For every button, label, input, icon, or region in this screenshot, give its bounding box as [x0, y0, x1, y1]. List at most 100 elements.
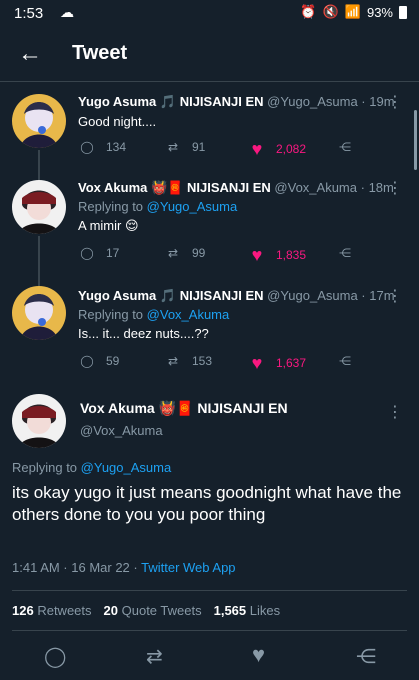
reply-button[interactable]: ◯ 134: [78, 140, 126, 154]
more-vertical-icon[interactable]: ⋮: [387, 402, 403, 422]
share-button[interactable]: ⋲: [336, 354, 354, 368]
tweet-header: Yugo Asuma 🎵 NIJISANJI EN @Yugo_Asuma · …: [78, 94, 395, 110]
retweet-icon: ⇄: [167, 140, 179, 154]
more-vertical-icon[interactable]: ⋮: [387, 286, 403, 306]
like-count: 2,082: [276, 142, 307, 156]
avatar[interactable]: [12, 94, 66, 148]
more-vertical-icon[interactable]: ⋮: [387, 178, 403, 198]
replying-to: Replying to @Vox_Akuma: [78, 307, 391, 322]
handle[interactable]: @Yugo_Asuma: [267, 94, 358, 109]
reply-count: 17: [106, 246, 120, 260]
affiliation: NIJISANJI EN: [197, 400, 288, 416]
handle[interactable]: @Vox_Akuma: [80, 423, 288, 438]
replying-to: Replying to @Yugo_Asuma: [12, 460, 171, 475]
retweet-button[interactable]: ⇄ 99: [164, 246, 205, 260]
top-header: ← Tweet: [0, 26, 419, 82]
reply-button[interactable]: ◯ 17: [78, 246, 119, 260]
speech-bubble-icon: ◯: [80, 246, 94, 260]
reply-button[interactable]: ◯ 59: [78, 354, 119, 368]
share-button[interactable]: ⋲: [336, 246, 354, 260]
tweet-body: Vox Akuma 👹🧧 NIJISANJI EN @Vox_Akuma · 1…: [78, 180, 394, 234]
share-icon: ⋲: [339, 140, 351, 154]
share-icon: ⋲: [339, 246, 351, 260]
share-icon[interactable]: ⋲: [356, 644, 376, 669]
reply-handle-link[interactable]: @Yugo_Asuma: [81, 460, 172, 475]
engagement-stats: 126 Retweets 20 Quote Tweets 1,565 Likes: [12, 603, 280, 618]
tweet-item[interactable]: Vox Akuma 👹🧧 NIJISANJI EN @Vox_Akuma · 1…: [0, 174, 419, 282]
retweet-count: 99: [192, 246, 206, 260]
speech-bubble-icon: ◯: [80, 354, 94, 368]
retweet-icon: ⇄: [167, 354, 179, 368]
tweet-body: Yugo Asuma 🎵 NIJISANJI EN @Yugo_Asuma · …: [78, 288, 395, 341]
retweet-icon: ⇄: [167, 246, 179, 260]
battery-icon: [399, 5, 407, 19]
retweet-count: 91: [192, 140, 206, 154]
retweet-button[interactable]: ⇄ 153: [164, 354, 212, 368]
retweets-stat[interactable]: 126 Retweets: [12, 603, 92, 618]
music-note-icon: 🎵: [159, 288, 177, 303]
tweet-actions: ◯ 134 ⇄ 91 ♥ 2,082 ⋲: [78, 140, 378, 160]
share-button[interactable]: ⋲: [336, 140, 354, 154]
status-bar: 1:53 ☁ ⏰ 🔇 📶 93%: [0, 0, 419, 26]
tweet-header: Yugo Asuma 🎵 NIJISANJI EN @Yugo_Asuma · …: [78, 288, 395, 304]
affiliation: NIJISANJI EN: [179, 288, 264, 303]
heart-icon: ♥: [251, 139, 263, 159]
retweet-icon[interactable]: ⇄: [146, 644, 163, 669]
wifi-icon: 📶: [344, 4, 361, 19]
alarm-icon: ⏰: [300, 4, 317, 19]
tweet-item[interactable]: Yugo Asuma 🎵 NIJISANJI EN @Yugo_Asuma · …: [0, 82, 419, 174]
avatar[interactable]: [12, 286, 66, 340]
reply-count: 134: [106, 140, 127, 154]
heart-icon: ♥: [251, 245, 263, 265]
display-name[interactable]: Vox Akuma: [78, 180, 147, 195]
avatar[interactable]: [12, 180, 66, 234]
battery-percent: 93%: [366, 4, 393, 20]
heart-icon: ♥: [251, 353, 263, 373]
reply-handle-link[interactable]: @Vox_Akuma: [147, 307, 230, 322]
main-tweet-text: its okay yugo it just means goodnight wh…: [12, 483, 402, 524]
avatar[interactable]: [12, 394, 66, 448]
divider: [12, 630, 407, 631]
thread-line: [38, 150, 40, 174]
replying-to-label: Replying to: [12, 460, 78, 475]
retweets-count: 126: [12, 603, 34, 618]
handle[interactable]: @Yugo_Asuma: [267, 288, 358, 303]
like-button[interactable]: ♥ 1,637: [248, 354, 306, 372]
reply-handle-link[interactable]: @Yugo_Asuma: [147, 199, 238, 214]
heart-icon[interactable]: ♥: [252, 644, 265, 666]
display-name[interactable]: Yugo Asuma: [78, 94, 156, 109]
quotes-stat[interactable]: 20 Quote Tweets: [104, 603, 202, 618]
like-button[interactable]: ♥ 2,082: [248, 140, 306, 158]
back-arrow-icon[interactable]: ←: [18, 40, 42, 68]
tweet-text: Is... it... deez nuts....??: [78, 326, 209, 341]
oni-mask-icon: 👹🧧: [150, 180, 184, 195]
display-name[interactable]: Vox Akuma: [80, 400, 155, 416]
likes-label: Likes: [249, 603, 281, 618]
main-tweet-actions: ◯ ⇄ ♥ ⋲: [0, 640, 419, 674]
likes-stat[interactable]: 1,565 Likes: [214, 603, 281, 618]
affiliation: NIJISANJI EN: [179, 94, 264, 109]
music-note-icon: 🎵: [159, 94, 177, 109]
retweet-button[interactable]: ⇄ 91: [164, 140, 205, 154]
weather-icon: ☁: [60, 4, 74, 20]
speech-bubble-icon[interactable]: ◯: [44, 644, 66, 669]
quotes-count: 20: [103, 603, 118, 618]
tweet-text: A mimir 😌: [78, 218, 139, 233]
speech-bubble-icon: ◯: [80, 140, 94, 154]
like-button[interactable]: ♥ 1,835: [248, 246, 306, 264]
retweets-label: Retweets: [37, 603, 92, 618]
status-icons: ⏰ 🔇 📶 93%: [300, 4, 407, 20]
display-name[interactable]: Yugo Asuma: [78, 288, 156, 303]
tweet-item[interactable]: Yugo Asuma 🎵 NIJISANJI EN @Yugo_Asuma · …: [0, 282, 419, 376]
tweet-text: Good night....: [78, 114, 157, 129]
more-vertical-icon[interactable]: ⋮: [387, 92, 403, 112]
reply-count: 59: [106, 354, 120, 368]
source-app-link[interactable]: Twitter Web App: [141, 560, 235, 575]
tweet-header: Vox Akuma 👹🧧 NIJISANJI EN @Vox_Akuma · 1…: [78, 180, 394, 196]
handle[interactable]: @Vox_Akuma: [274, 180, 357, 195]
tweet-meta: 1:41 AM · 16 Mar 22 · Twitter Web App: [12, 560, 236, 575]
likes-count: 1,565: [213, 603, 247, 618]
oni-mask-icon: 👹🧧: [158, 400, 194, 416]
status-time: 1:53: [14, 5, 44, 22]
tweet-datetime: 1:41 AM · 16 Mar 22 ·: [12, 560, 142, 575]
